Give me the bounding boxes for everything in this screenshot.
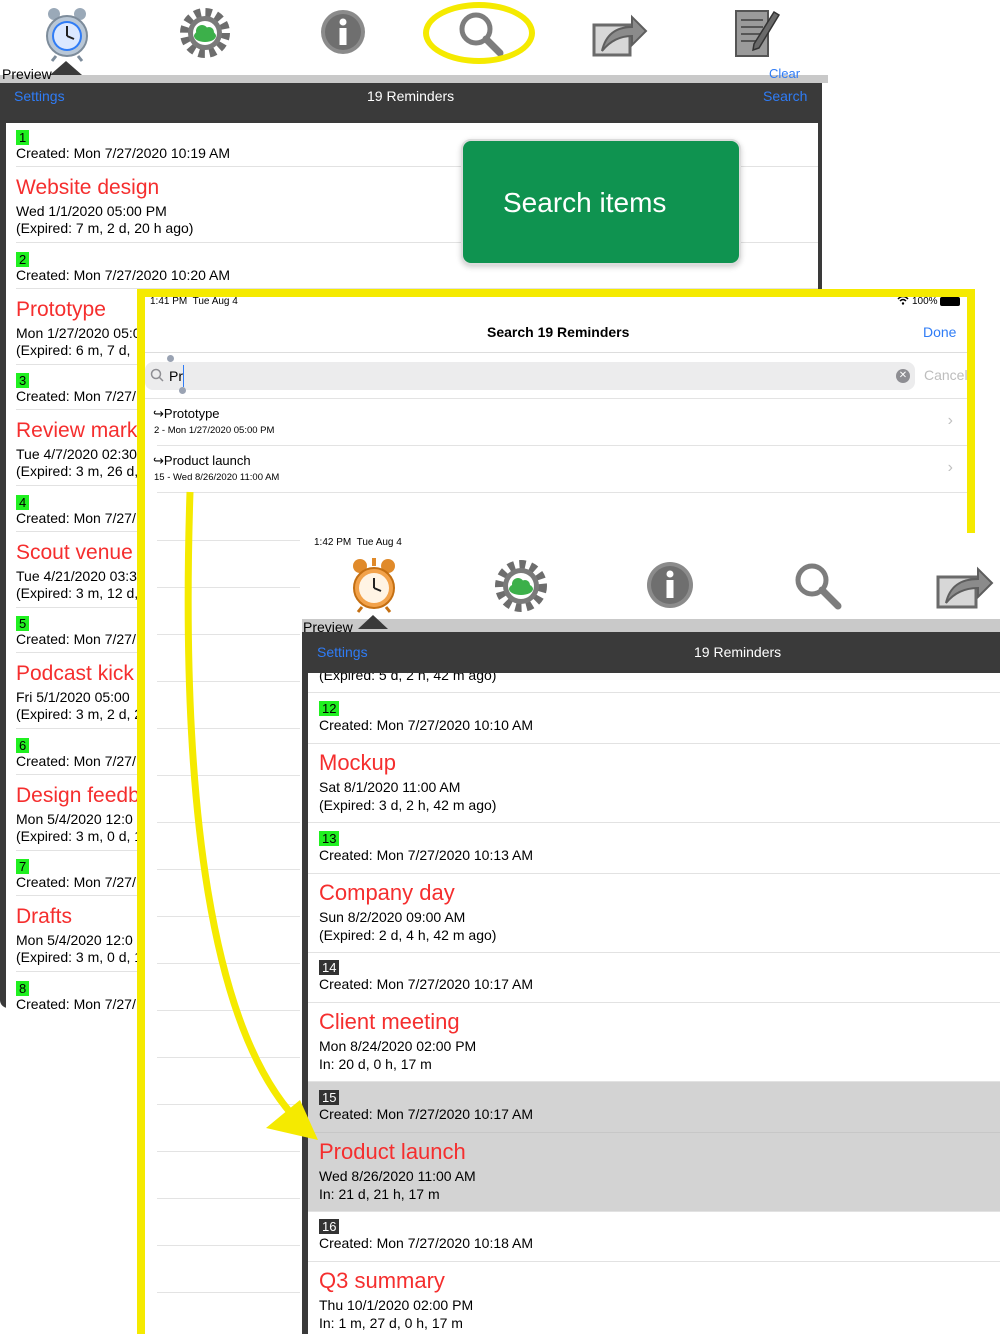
highlight-arrow	[184, 491, 318, 1140]
